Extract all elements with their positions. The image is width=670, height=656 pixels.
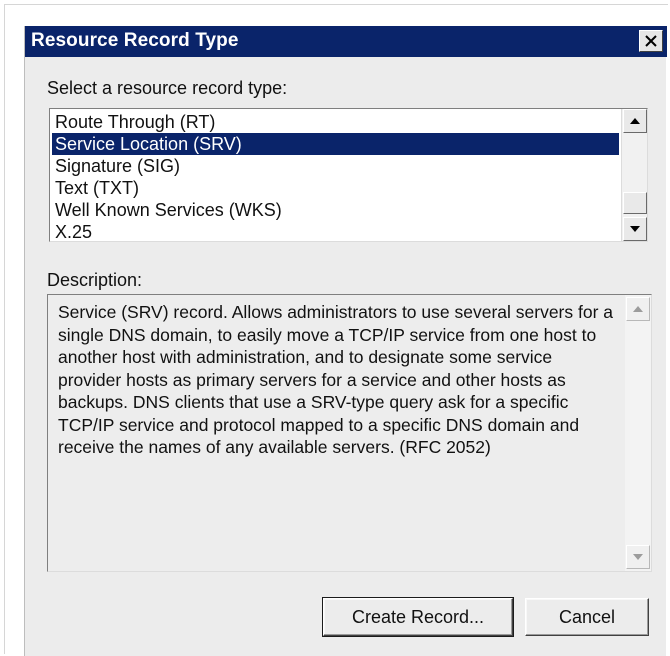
record-type-item[interactable]: X.25 — [52, 221, 619, 243]
record-type-label: Select a resource record type: — [47, 78, 288, 98]
arrow-down-icon — [633, 554, 643, 560]
close-icon — [645, 35, 657, 47]
description-scroll-up-button[interactable] — [626, 297, 650, 321]
record-type-listbox[interactable]: Route Through (RT) Service Location (SRV)… — [49, 108, 648, 242]
record-type-item[interactable]: Text (TXT) — [52, 177, 619, 199]
resource-record-type-dialog: Resource Record Type Select a resource r… — [24, 26, 667, 656]
dialog-title: Resource Record Type — [31, 30, 239, 51]
description-scrollbar[interactable] — [625, 295, 651, 571]
scroll-thumb[interactable] — [623, 192, 647, 214]
record-type-item[interactable]: Well Known Services (WKS) — [52, 199, 619, 221]
description-box: Service (SRV) record. Allows administrat… — [47, 294, 652, 572]
record-type-item[interactable]: Route Through (RT) — [52, 111, 619, 133]
title-bar: Resource Record Type — [25, 26, 667, 57]
arrow-up-icon — [630, 118, 640, 124]
record-type-list: Route Through (RT) Service Location (SRV)… — [52, 111, 619, 243]
cancel-button[interactable]: Cancel — [525, 598, 649, 636]
record-type-item[interactable]: Signature (SIG) — [52, 155, 619, 177]
description-scroll-down-button[interactable] — [626, 545, 650, 569]
description-label: Description: — [47, 270, 143, 290]
scroll-down-button[interactable] — [623, 217, 647, 241]
arrow-up-icon — [633, 306, 643, 312]
record-type-scrollbar[interactable] — [621, 109, 647, 241]
arrow-down-icon — [630, 226, 640, 232]
scroll-up-button[interactable] — [623, 109, 647, 133]
create-record-button[interactable]: Create Record... — [322, 597, 514, 637]
record-type-item[interactable]: Service Location (SRV) — [52, 133, 619, 155]
close-button[interactable] — [639, 30, 663, 52]
description-text: Service (SRV) record. Allows administrat… — [58, 302, 614, 457]
